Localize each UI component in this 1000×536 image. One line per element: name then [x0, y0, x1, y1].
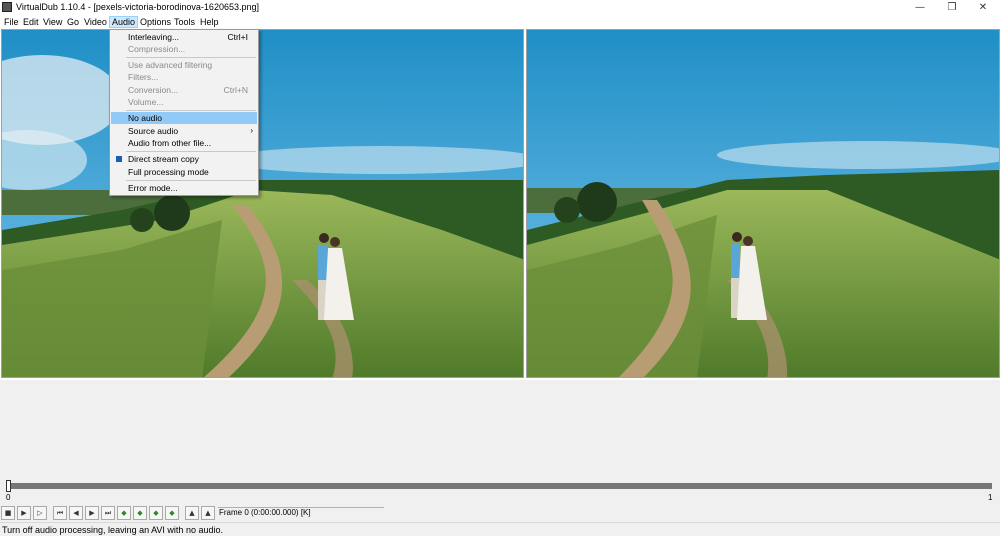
menu-view[interactable]: View	[41, 16, 64, 28]
play-output-icon[interactable]: ▷	[33, 506, 47, 520]
close-button[interactable]: ✕	[968, 0, 998, 15]
menu-item-full-processing[interactable]: Full processing mode	[111, 166, 257, 178]
scene-back-icon[interactable]: ◆	[149, 506, 163, 520]
menu-item-advanced-filtering[interactable]: Use advanced filtering	[111, 59, 257, 71]
menu-item-shortcut: Ctrl+N	[223, 85, 248, 95]
audio-menu-dropdown: Interleaving... Ctrl+I Compression... Us…	[109, 29, 259, 196]
menu-go[interactable]: Go	[65, 16, 81, 28]
prev-keyframe-icon[interactable]: ◆	[117, 506, 131, 520]
menu-item-label: Filters...	[128, 72, 159, 82]
mark-out-icon[interactable]: ▲	[201, 506, 215, 520]
menu-item-audio-from-file[interactable]: Audio from other file...	[111, 137, 257, 149]
menu-item-compression[interactable]: Compression...	[111, 43, 257, 55]
radio-check-icon	[116, 156, 122, 162]
title-bar: VirtualDub 1.10.4 - [pexels-victoria-bor…	[0, 0, 1000, 15]
menu-item-conversion[interactable]: Conversion... Ctrl+N	[111, 84, 257, 96]
go-end-icon[interactable]: ⏭	[101, 506, 115, 520]
output-frame-image	[527, 30, 999, 377]
go-start-icon[interactable]: ⏮	[53, 506, 67, 520]
menu-separator	[126, 180, 256, 181]
menu-separator	[126, 151, 256, 152]
input-frame-image	[2, 30, 523, 377]
output-video-pane	[526, 29, 1000, 378]
menu-separator	[126, 110, 256, 111]
mark-in-icon[interactable]: ▲	[185, 506, 199, 520]
menu-item-direct-stream-copy[interactable]: Direct stream copy	[111, 153, 257, 165]
menu-item-volume[interactable]: Volume...	[111, 96, 257, 108]
menu-audio[interactable]: Audio	[109, 16, 139, 28]
next-keyframe-icon[interactable]: ◆	[133, 506, 147, 520]
frame-readout: Frame 0 (0:00:00.000) [K]	[219, 508, 311, 517]
minimize-button[interactable]: —	[905, 0, 935, 15]
step-forward-icon[interactable]: ▶	[85, 506, 99, 520]
menu-item-interleaving[interactable]: Interleaving... Ctrl+I	[111, 31, 257, 43]
menu-item-label: Volume...	[128, 97, 164, 107]
play-input-icon[interactable]: ▶	[17, 506, 31, 520]
menu-item-label: Audio from other file...	[128, 138, 212, 148]
menu-item-error-mode[interactable]: Error mode...	[111, 182, 257, 194]
app-icon	[2, 2, 12, 12]
menu-bar: File Edit View Go Video Audio Options To…	[0, 15, 1000, 29]
menu-file[interactable]: File	[2, 16, 21, 28]
menu-item-no-audio[interactable]: No audio	[111, 112, 257, 124]
status-text: Turn off audio processing, leaving an AV…	[2, 525, 223, 535]
timeline-start-label: 0	[6, 493, 11, 502]
menu-item-source-audio[interactable]: Source audio ›	[111, 125, 257, 137]
scene-forward-icon[interactable]: ◆	[165, 506, 179, 520]
submenu-arrow-icon: ›	[250, 126, 253, 135]
stop-icon[interactable]: ■	[1, 506, 15, 520]
menu-item-label: No audio	[128, 113, 163, 123]
menu-item-label: Source audio	[128, 126, 179, 136]
workspace-background	[0, 380, 1000, 480]
menu-item-label: Full processing mode	[128, 167, 209, 177]
menu-options[interactable]: Options	[138, 16, 173, 28]
menu-item-label: Direct stream copy	[128, 154, 199, 164]
menu-item-label: Error mode...	[128, 183, 178, 193]
menu-item-label: Compression...	[128, 44, 186, 54]
maximize-button[interactable]: ❒	[937, 0, 967, 15]
timeline-track[interactable]	[6, 483, 992, 489]
menu-item-filters[interactable]: Filters...	[111, 71, 257, 83]
menu-separator	[126, 57, 256, 58]
window-title: VirtualDub 1.10.4 - [pexels-victoria-bor…	[16, 2, 259, 12]
menu-item-label: Conversion...	[128, 85, 179, 95]
menu-item-label: Use advanced filtering	[128, 60, 213, 70]
menu-item-label: Interleaving...	[128, 32, 180, 42]
menu-video[interactable]: Video	[82, 16, 109, 28]
timeline-end-label: 1	[988, 493, 993, 502]
menu-item-shortcut: Ctrl+I	[227, 32, 248, 42]
input-video-pane	[1, 29, 524, 378]
transport-toolbar: ■ ▶ ▷ ⏮ ◀ ▶ ⏭ ◆ ◆ ◆ ◆ ▲ ▲ Frame 0 (0:00:…	[0, 505, 1000, 522]
menu-edit[interactable]: Edit	[21, 16, 41, 28]
timeline-thumb[interactable]	[6, 480, 11, 492]
menu-tools[interactable]: Tools	[172, 16, 197, 28]
menu-help[interactable]: Help	[198, 16, 221, 28]
step-back-icon[interactable]: ◀	[69, 506, 83, 520]
status-bar: Turn off audio processing, leaving an AV…	[0, 522, 1000, 536]
